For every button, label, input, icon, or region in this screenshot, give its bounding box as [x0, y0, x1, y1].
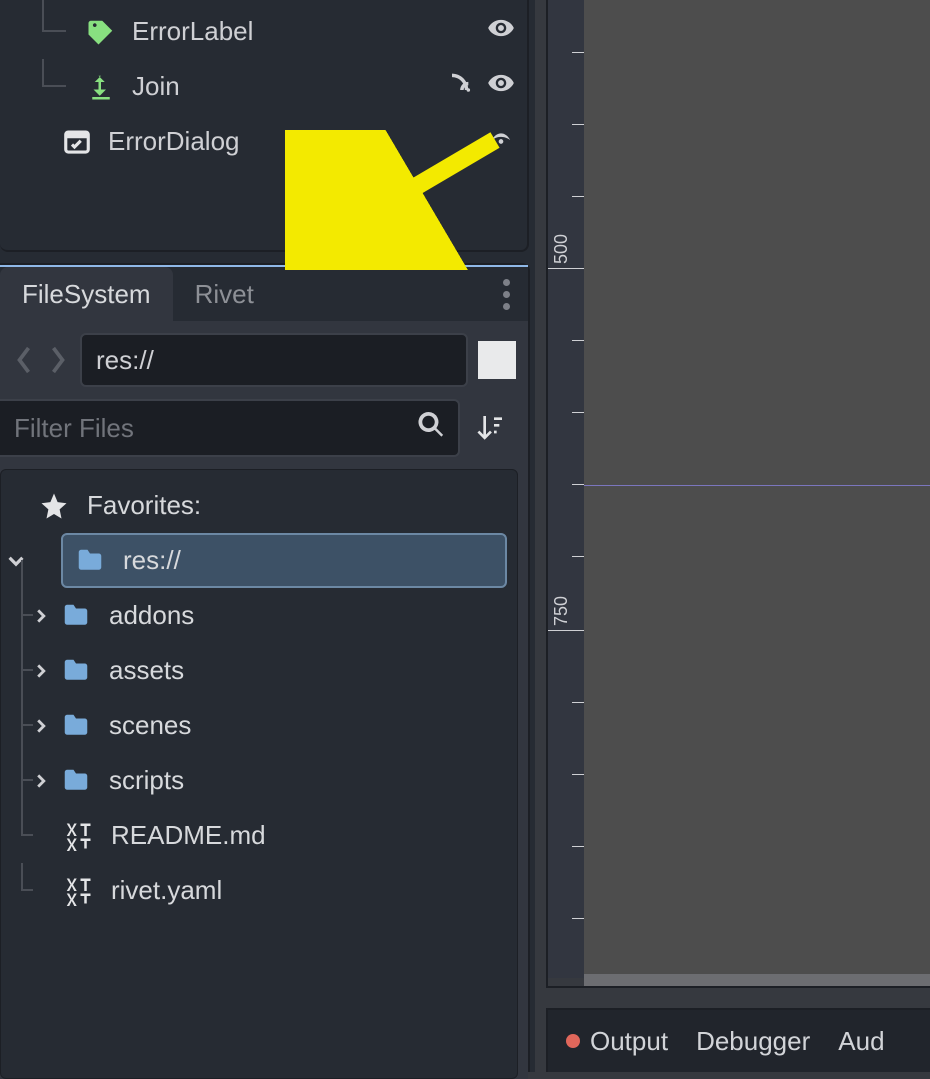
search-icon[interactable] [416, 410, 446, 447]
left-docks: ErrorLabel Join [0, 0, 535, 1072]
instance-scene-icon[interactable] [487, 124, 515, 159]
filesystem-tree: Favorites: res:// [0, 469, 518, 1079]
signal-icon[interactable] [445, 69, 473, 104]
scene-node-join[interactable]: Join [0, 59, 527, 114]
favorites-label: Favorites: [87, 490, 201, 521]
fs-item-rivet-yaml[interactable]: rivet.yaml [1, 863, 517, 918]
tab-label: FileSystem [22, 279, 151, 310]
bottom-tab-label: Debugger [696, 1026, 810, 1057]
scene-node-label: ErrorDialog [108, 126, 487, 157]
fs-item-addons[interactable]: addons [1, 588, 517, 643]
nav-forward-icon[interactable] [46, 345, 70, 375]
fs-item-label: scripts [109, 765, 184, 796]
path-action-button[interactable] [478, 341, 516, 379]
fs-item-label: README.md [111, 820, 266, 851]
dialog-icon [62, 127, 92, 157]
bottom-tab-label: Aud [838, 1026, 884, 1057]
tab-rivet[interactable]: Rivet [173, 267, 276, 321]
visibility-toggle-icon[interactable] [487, 69, 515, 104]
fs-item-label: res:// [123, 545, 181, 576]
sort-icon[interactable] [470, 408, 510, 448]
dock-tab-bar: FileSystem Rivet [0, 267, 528, 321]
ruler-value: 750 [551, 596, 572, 626]
canvas-guide-line [584, 485, 930, 486]
folder-icon [61, 711, 91, 741]
nav-back-icon[interactable] [12, 345, 36, 375]
canvas-horizontal-scrollbar[interactable] [584, 974, 930, 986]
label-icon [86, 17, 116, 47]
join-icon [86, 72, 116, 102]
scene-node-label: ErrorLabel [132, 16, 487, 47]
fs-item-assets[interactable]: assets [1, 643, 517, 698]
visibility-toggle-icon[interactable] [487, 14, 515, 49]
bottom-tab-label: Output [590, 1026, 668, 1057]
fs-item-scripts[interactable]: scripts [1, 753, 517, 808]
txt-file-icon [63, 876, 93, 906]
chevron-down-icon[interactable] [1, 553, 31, 569]
canvas-area[interactable] [584, 0, 930, 978]
scene-node-errorlabel[interactable]: ErrorLabel [0, 4, 527, 59]
vertical-ruler: 500 750 [548, 0, 584, 978]
folder-icon [61, 656, 91, 686]
fs-item-label: scenes [109, 710, 191, 741]
dock-menu-icon[interactable] [485, 267, 528, 321]
path-input[interactable] [80, 333, 468, 387]
fs-item-label: assets [109, 655, 184, 686]
fs-item-scenes[interactable]: scenes [1, 698, 517, 753]
fs-root-res[interactable]: res:// [61, 533, 507, 588]
path-row [0, 333, 528, 399]
bottom-panel-tabs: Output Debugger Aud [546, 1008, 930, 1072]
folder-icon [61, 766, 91, 796]
scene-node-errordialog[interactable]: ErrorDialog [0, 114, 527, 169]
scene-tree-dock: ErrorLabel Join [0, 0, 529, 252]
fs-item-label: addons [109, 600, 194, 631]
tab-filesystem[interactable]: FileSystem [0, 267, 173, 321]
status-dot-icon [566, 1034, 580, 1048]
folder-icon [61, 601, 91, 631]
bottom-tab-output[interactable]: Output [566, 1026, 668, 1057]
scene-node-label: Join [132, 71, 445, 102]
star-icon [39, 491, 69, 521]
fs-item-label: rivet.yaml [111, 875, 222, 906]
fs-item-readme[interactable]: README.md [1, 808, 517, 863]
filesystem-dock: FileSystem Rivet [0, 263, 530, 1072]
filter-row [0, 399, 528, 469]
filter-files-input[interactable] [0, 399, 460, 457]
txt-file-icon [63, 821, 93, 851]
tab-label: Rivet [195, 279, 254, 310]
bottom-tab-debugger[interactable]: Debugger [696, 1026, 810, 1057]
ruler-value: 500 [551, 234, 572, 264]
canvas-viewport[interactable]: 500 750 [546, 0, 930, 988]
favorites-row[interactable]: Favorites: [1, 478, 517, 533]
folder-icon [75, 546, 105, 576]
bottom-tab-audio[interactable]: Aud [838, 1026, 884, 1057]
